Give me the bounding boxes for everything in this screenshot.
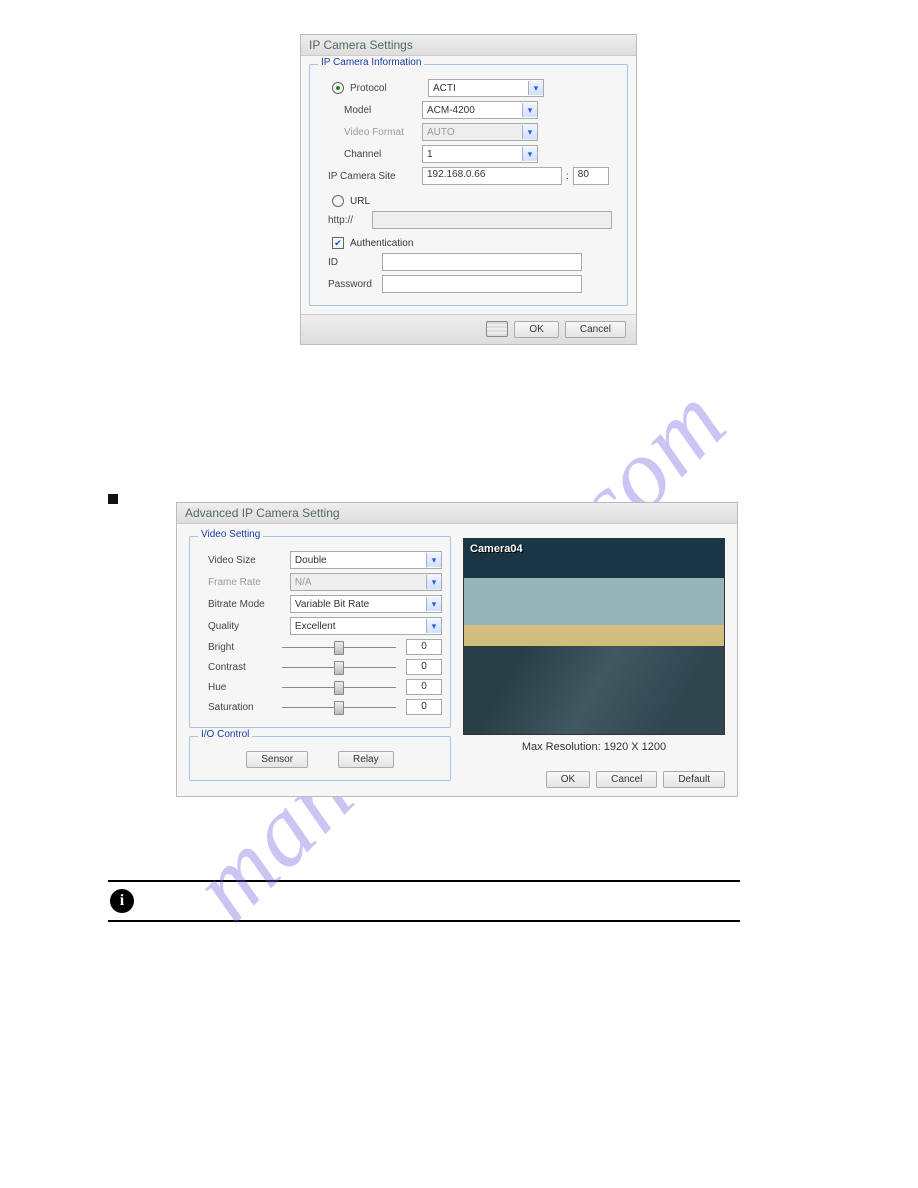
- model-value: ACM-4200: [427, 105, 475, 116]
- framerate-value: N/A: [295, 577, 312, 588]
- hue-slider[interactable]: [282, 679, 396, 695]
- protocol-radio[interactable]: [332, 82, 344, 94]
- url-input[interactable]: [372, 211, 612, 229]
- dialog-title: IP Camera Settings: [301, 35, 636, 56]
- advanced-ip-camera-dialog: Advanced IP Camera Setting Video Setting…: [176, 502, 738, 797]
- video-preview: Camera04: [463, 538, 725, 735]
- group-legend: IP Camera Information: [318, 57, 424, 68]
- videosize-value: Double: [295, 555, 327, 566]
- ip-camera-info-group: IP Camera Information Protocol ACTI ▾ Mo…: [309, 64, 628, 306]
- port-separator: :: [566, 171, 569, 182]
- bitrate-value: Variable Bit Rate: [295, 599, 369, 610]
- dialog-title: Advanced IP Camera Setting: [177, 503, 737, 524]
- chevron-down-icon: ▾: [528, 81, 543, 95]
- protocol-label: Protocol: [348, 83, 424, 94]
- password-label: Password: [318, 279, 378, 290]
- cancel-button[interactable]: Cancel: [596, 771, 657, 788]
- chevron-down-icon: ▾: [522, 147, 537, 161]
- contrast-value: 0: [406, 659, 442, 675]
- group-legend: I/O Control: [198, 729, 252, 740]
- ip-camera-settings-dialog: IP Camera Settings IP Camera Information…: [300, 34, 637, 345]
- id-label: ID: [318, 257, 378, 268]
- videosize-select[interactable]: Double ▾: [290, 551, 442, 569]
- url-prefix-label: http://: [318, 215, 368, 226]
- quality-select[interactable]: Excellent ▾: [290, 617, 442, 635]
- chevron-down-icon: ▾: [426, 619, 441, 633]
- bright-slider[interactable]: [282, 639, 396, 655]
- auth-label: Authentication: [350, 238, 413, 249]
- framerate-label: Frame Rate: [198, 577, 286, 588]
- videoformat-value: AUTO: [427, 127, 455, 138]
- bullet-icon: [108, 494, 118, 504]
- relay-button[interactable]: Relay: [338, 751, 394, 768]
- videoformat-select[interactable]: AUTO ▾: [422, 123, 538, 141]
- bitrate-label: Bitrate Mode: [198, 599, 286, 610]
- sensor-button[interactable]: Sensor: [246, 751, 308, 768]
- bright-value: 0: [406, 639, 442, 655]
- hue-label: Hue: [198, 682, 278, 693]
- contrast-label: Contrast: [198, 662, 278, 673]
- framerate-select[interactable]: N/A ▾: [290, 573, 442, 591]
- videoformat-label: Video Format: [318, 127, 418, 138]
- io-control-group: I/O Control Sensor Relay: [189, 736, 451, 781]
- hue-value: 0: [406, 679, 442, 695]
- password-input[interactable]: [382, 275, 582, 293]
- chevron-down-icon: ▾: [426, 553, 441, 567]
- channel-value: 1: [427, 149, 433, 160]
- protocol-select[interactable]: ACTI ▾: [428, 79, 544, 97]
- chevron-down-icon: ▾: [426, 597, 441, 611]
- videosize-label: Video Size: [198, 555, 286, 566]
- keyboard-icon[interactable]: [486, 321, 508, 337]
- id-input[interactable]: [382, 253, 582, 271]
- channel-label: Channel: [318, 149, 418, 160]
- bright-label: Bright: [198, 642, 278, 653]
- model-select[interactable]: ACM-4200 ▾: [422, 101, 538, 119]
- camera-name-label: Camera04: [470, 543, 523, 555]
- default-button[interactable]: Default: [663, 771, 725, 788]
- video-setting-group: Video Setting Video Size Double ▾ Frame …: [189, 536, 451, 728]
- bitrate-select[interactable]: Variable Bit Rate ▾: [290, 595, 442, 613]
- resolution-label: Max Resolution: 1920 X 1200: [463, 741, 725, 753]
- chevron-down-icon: ▾: [522, 103, 537, 117]
- chevron-down-icon: ▾: [522, 125, 537, 139]
- note-section: i: [108, 880, 740, 922]
- protocol-value: ACTI: [433, 83, 456, 94]
- saturation-label: Saturation: [198, 702, 278, 713]
- model-label: Model: [318, 105, 418, 116]
- url-label: URL: [350, 196, 370, 207]
- auth-checkbox[interactable]: ✔: [332, 237, 344, 249]
- site-label: IP Camera Site: [318, 171, 418, 182]
- saturation-slider[interactable]: [282, 699, 396, 715]
- quality-label: Quality: [198, 621, 286, 632]
- info-icon: i: [110, 889, 134, 913]
- contrast-slider[interactable]: [282, 659, 396, 675]
- ok-button[interactable]: OK: [514, 321, 558, 338]
- ok-button[interactable]: OK: [546, 771, 590, 788]
- channel-select[interactable]: 1 ▾: [422, 145, 538, 163]
- quality-value: Excellent: [295, 621, 336, 632]
- url-radio[interactable]: [332, 195, 344, 207]
- cancel-button[interactable]: Cancel: [565, 321, 626, 338]
- group-legend: Video Setting: [198, 529, 263, 540]
- saturation-value: 0: [406, 699, 442, 715]
- dialog-button-row: OK Cancel: [301, 314, 636, 344]
- chevron-down-icon: ▾: [426, 575, 441, 589]
- site-ip-input[interactable]: 192.168.0.66: [422, 167, 562, 185]
- site-port-input[interactable]: 80: [573, 167, 609, 185]
